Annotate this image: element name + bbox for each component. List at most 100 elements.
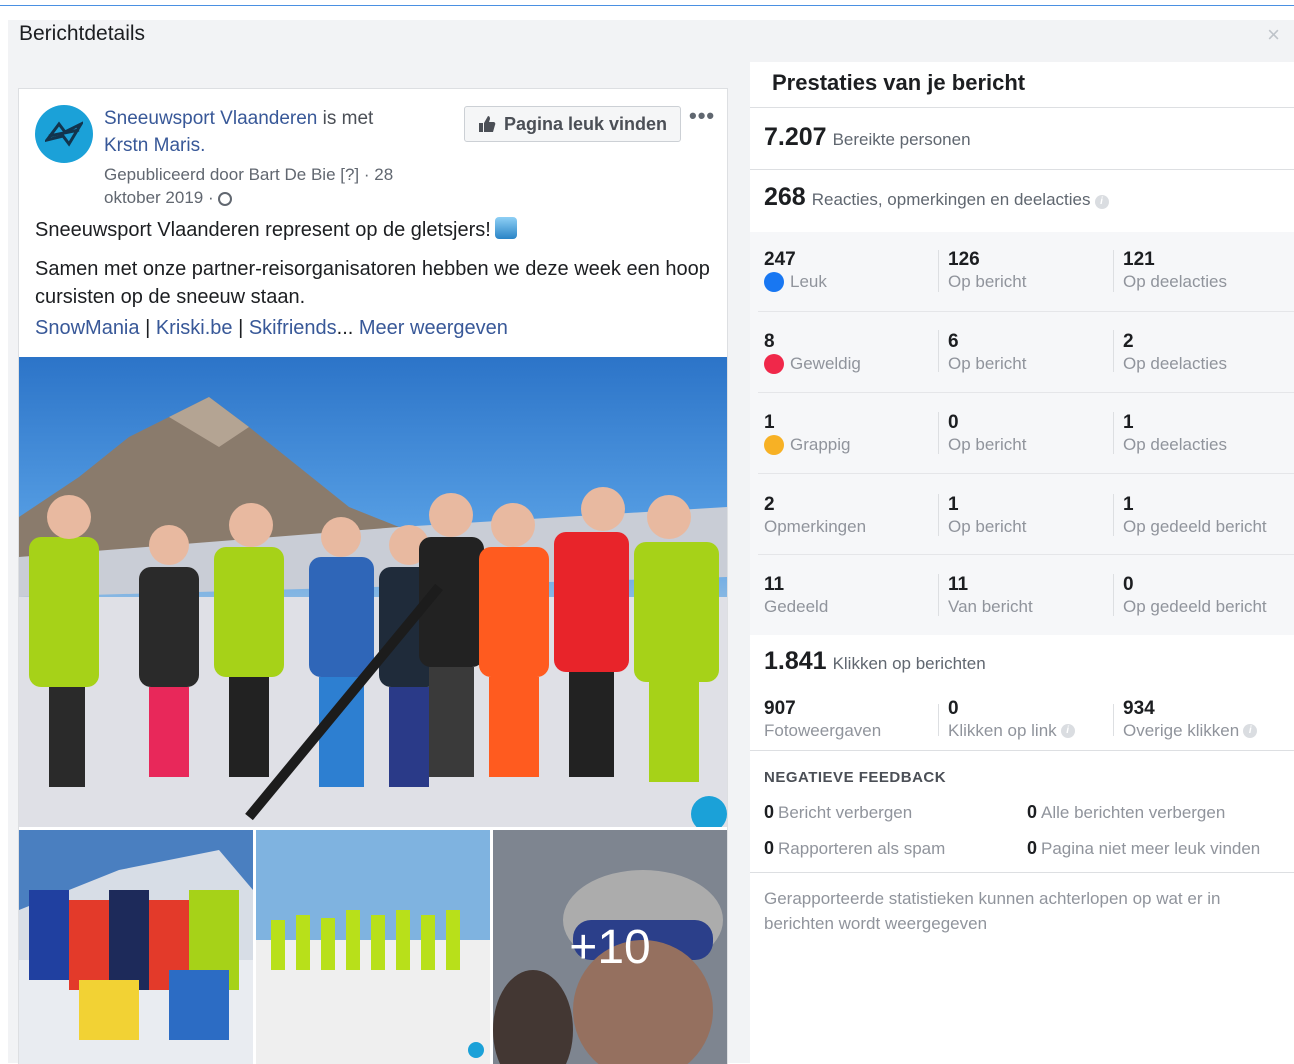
page-avatar[interactable]	[35, 105, 93, 163]
shares-from-post-cell: 11 Van bericht	[948, 574, 1033, 618]
divider	[1113, 330, 1114, 372]
page-name-link[interactable]: Sneeuwsport Vlaanderen	[104, 108, 317, 129]
photo-thumbnails: +10	[19, 830, 727, 1064]
stat-label: Rapporteren als spam	[778, 839, 946, 858]
shares-cell: 11 Gedeeld	[764, 574, 828, 618]
stats-title: Prestaties van je bericht	[772, 70, 1026, 95]
divider	[938, 494, 939, 536]
post-links: SnowMania | Kriski.be | Skifriends... Me…	[35, 317, 508, 340]
thumbnail-2[interactable]	[256, 830, 490, 1064]
dialog-title: Berichtdetails	[19, 22, 146, 45]
stat-label: Op gedeeld bericht	[1123, 517, 1267, 536]
stat-label: Op bericht	[948, 354, 1027, 373]
shares-label: Gedeeld	[764, 597, 829, 616]
stat-label: Op deelacties	[1123, 354, 1227, 373]
divider	[750, 107, 1294, 108]
likes-on-post-cell: 126 Op bericht	[948, 249, 1026, 293]
report-spam-stat: 0 Rapporteren als spam	[764, 838, 945, 859]
stat-label: Op deelacties	[1123, 272, 1227, 291]
divider	[938, 412, 939, 454]
stat-number: 1	[1123, 494, 1134, 515]
stat-number: 0	[764, 838, 775, 858]
divider	[750, 750, 1294, 751]
stat-label: Op bericht	[948, 435, 1027, 454]
tagged-person-link[interactable]: Krstn Maris.	[104, 135, 205, 156]
comments-on-post-cell: 1 Op bericht	[948, 494, 1026, 538]
divider	[938, 250, 939, 292]
stat-number: 0	[948, 698, 959, 719]
clicks-number: 1.841	[764, 647, 827, 675]
more-options-icon[interactable]: •••	[689, 103, 715, 129]
post-text-line2: Samen met onze partner-reisorganisatoren…	[35, 258, 710, 308]
divider	[1113, 704, 1114, 736]
comments-cell: 2 Opmerkingen	[764, 494, 866, 538]
haha-on-post-cell: 0 Op bericht	[948, 412, 1026, 456]
thumbs-up-icon	[478, 116, 496, 132]
with-text: is met	[317, 108, 374, 129]
post-text1: Sneeuwsport Vlaanderen represent op de g…	[35, 219, 491, 241]
stat-number: 11	[948, 574, 969, 595]
top-accent-line	[0, 5, 1294, 6]
stat-label: Bericht verbergen	[778, 803, 913, 822]
info-icon[interactable]: i	[1243, 724, 1258, 738]
engagement-label: Reacties, opmerkingen en deelacties	[811, 190, 1091, 209]
stat-number: 0	[948, 412, 959, 433]
stat-number: 126	[948, 249, 980, 270]
link-separator: |	[232, 317, 249, 339]
divider	[1113, 250, 1114, 292]
haha-on-shares-cell: 1 Op deelacties	[1123, 412, 1227, 456]
likes-on-shares-cell: 121 Op deelacties	[1123, 249, 1227, 293]
divider	[750, 872, 1294, 873]
unlike-page-stat: 0 Pagina niet meer leuk vinden	[1027, 838, 1260, 859]
like-page-label: Pagina leuk vinden	[503, 113, 668, 134]
divider	[1113, 574, 1114, 616]
divider	[758, 554, 1294, 555]
main-photo[interactable]	[19, 357, 727, 827]
stat-number: 1	[948, 494, 959, 515]
love-count: 8	[764, 331, 775, 352]
more-photos-overlay[interactable]: +10	[493, 830, 727, 1064]
post-card: Sneeuwsport Vlaanderen is met Krstn Mari…	[18, 88, 728, 1064]
group-photo-image	[256, 830, 490, 1064]
link-kriski[interactable]: Kriski.be	[156, 317, 233, 339]
globe-icon	[218, 192, 233, 206]
comments-on-shared-cell: 1 Op gedeeld bericht	[1123, 494, 1267, 538]
stat-number: 0	[1027, 802, 1038, 822]
ellipsis: ...	[336, 317, 359, 339]
thumbnail-1[interactable]	[19, 830, 253, 1064]
group-skiers-image	[19, 397, 727, 827]
divider	[1113, 412, 1114, 454]
clicks-label: Klikken op berichten	[832, 654, 986, 673]
love-cell: 8 Geweldig	[764, 331, 861, 375]
info-icon[interactable]: i	[1060, 724, 1075, 738]
like-reaction-icon	[764, 272, 784, 292]
likes-cell: 247 Leuk	[764, 249, 827, 293]
info-icon[interactable]: i	[1094, 195, 1109, 209]
stat-number: 121	[1123, 249, 1155, 270]
link-clicks-cell: 0 Klikken op link i	[948, 698, 1075, 742]
post-meta: Gepubliceerd door Bart De Bie [?] · 28 o…	[104, 163, 444, 209]
hide-all-stat: 0 Alle berichten verbergen	[1027, 802, 1225, 823]
divider	[938, 574, 939, 616]
thumbnail-3[interactable]: +10	[493, 830, 727, 1064]
date-line: oktober 2019 ·	[104, 188, 219, 207]
close-icon[interactable]: ×	[1267, 22, 1280, 48]
see-more-link[interactable]: Meer weergeven	[359, 317, 508, 339]
stat-number: 6	[948, 331, 959, 352]
engagement-row: 268 Reacties, opmerkingen en deelacties i	[764, 183, 1109, 212]
group-photo-image	[19, 830, 253, 1064]
haha-label: Grappig	[790, 435, 851, 454]
like-page-button[interactable]: Pagina leuk vinden	[464, 106, 681, 142]
publisher-line: Gepubliceerd door Bart De Bie [?] · 28	[104, 165, 394, 184]
stat-number: 0	[764, 802, 775, 822]
reach-row: 7.207 Bereikte personen	[764, 123, 971, 152]
stat-label: Pagina niet meer leuk vinden	[1041, 839, 1261, 858]
stat-number: 1	[1123, 412, 1134, 433]
clicks-row: 1.841 Klikken op berichten	[764, 647, 986, 676]
photo-views-cell: 907 Fotoweergaven	[764, 698, 881, 742]
link-skifriends[interactable]: Skifriends	[249, 317, 337, 339]
haha-cell: 1 Grappig	[764, 412, 850, 456]
link-snowmania[interactable]: SnowMania	[35, 317, 140, 339]
hide-post-stat: 0 Bericht verbergen	[764, 802, 912, 823]
glacier-emoji-icon	[494, 217, 517, 239]
